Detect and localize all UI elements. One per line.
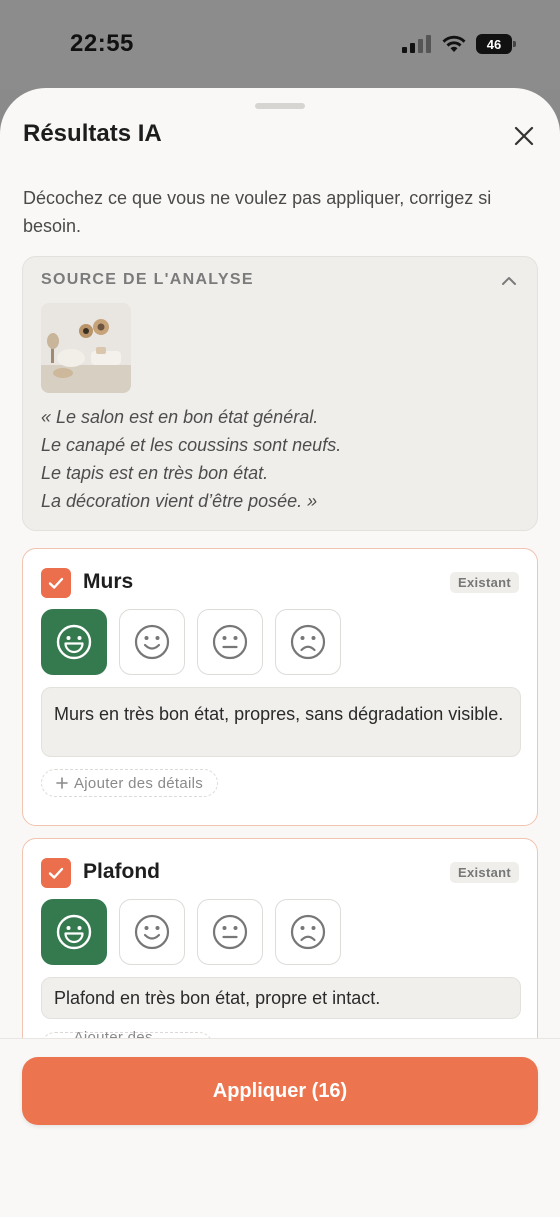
item-card-murs: Murs Existant Murs en très bon état, pro… — [22, 548, 538, 826]
comment-field[interactable]: Plafond en très bon état, propre et inta… — [41, 977, 521, 1019]
status-badge: Existant — [450, 572, 519, 593]
sheet-footer: Appliquer (16) — [0, 1038, 560, 1217]
living-room-photo — [41, 303, 131, 393]
frowning-face-icon — [290, 914, 326, 950]
source-photo-thumbnail[interactable] — [41, 303, 131, 393]
smiling-face-icon — [134, 624, 170, 660]
source-quote: « Le salon est en bon état général. Le c… — [41, 403, 521, 515]
quote-line: « Le salon est en bon état général. — [41, 407, 319, 427]
rating-poor-button[interactable] — [275, 609, 341, 675]
item-title: Murs — [83, 570, 134, 593]
cellular-signal-icon — [402, 35, 431, 53]
apply-button[interactable]: Appliquer (16) — [22, 1057, 538, 1125]
quote-line: La décoration vient d’être posée. » — [41, 491, 318, 511]
sheet-title: Résultats IA — [23, 120, 162, 147]
sheet-subtitle: Décochez ce que vous ne voulez pas appli… — [23, 188, 492, 236]
status-badge: Existant — [450, 862, 519, 883]
quote-line: Le tapis est en très bon état. — [41, 463, 269, 483]
add-details-button[interactable]: Ajouter des détails — [41, 769, 219, 797]
condition-rating — [41, 899, 341, 965]
neutral-face-icon — [212, 914, 248, 950]
item-checkbox[interactable] — [41, 568, 71, 598]
rating-very-good-button[interactable] — [41, 609, 107, 675]
plus-icon — [56, 777, 68, 789]
condition-rating — [41, 609, 341, 675]
item-title: Plafond — [83, 860, 160, 883]
ai-results-sheet: Résultats IA Décochez ce que vous ne vou… — [0, 88, 560, 1217]
add-details-label: Ajouter des détails — [74, 774, 204, 792]
comment-field[interactable]: Murs en très bon état, propres, sans dég… — [41, 687, 521, 757]
wifi-icon — [442, 35, 466, 52]
analysis-source-card: SOURCE DE L'ANALYSE « Le salon est en bo — [22, 256, 538, 531]
rating-good-button[interactable] — [119, 899, 185, 965]
status-time: 22:55 — [70, 30, 134, 57]
battery-icon: 46 — [476, 34, 516, 54]
source-header: SOURCE DE L'ANALYSE — [41, 271, 254, 288]
close-button[interactable] — [506, 118, 542, 154]
smiling-face-icon — [134, 914, 170, 950]
rating-average-button[interactable] — [197, 899, 263, 965]
neutral-face-icon — [212, 624, 248, 660]
rating-good-button[interactable] — [119, 609, 185, 675]
status-icons: 46 — [402, 34, 516, 54]
rating-poor-button[interactable] — [275, 899, 341, 965]
quote-line: Le canapé et les coussins sont neufs. — [41, 435, 342, 455]
frowning-face-icon — [290, 624, 326, 660]
item-checkbox[interactable] — [41, 858, 71, 888]
checkmark-icon — [48, 867, 64, 879]
checkmark-icon — [48, 577, 64, 589]
grinning-face-icon — [56, 914, 92, 950]
status-bar: 22:55 46 — [0, 0, 560, 90]
rating-very-good-button[interactable] — [41, 899, 107, 965]
sheet-grabber[interactable] — [255, 103, 305, 109]
chevron-up-icon[interactable] — [499, 271, 519, 291]
rating-average-button[interactable] — [197, 609, 263, 675]
close-icon — [514, 126, 534, 146]
grinning-face-icon — [56, 624, 92, 660]
